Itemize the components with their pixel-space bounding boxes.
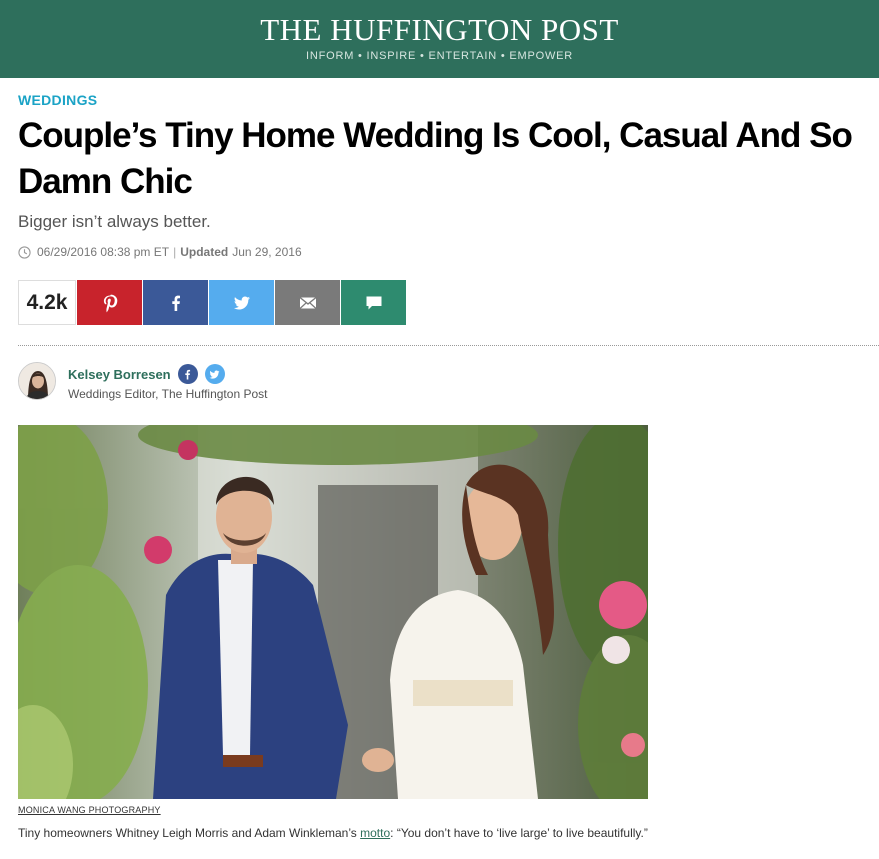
- published-timestamp: 06/29/2016 08:38 pm ET: [37, 245, 170, 259]
- caption-text-after: : “You don’t have to ‘live large’ to liv…: [390, 826, 648, 840]
- twitter-icon: [209, 370, 220, 379]
- author-line: Kelsey Borresen: [68, 364, 267, 384]
- article-subhead: Bigger isn’t always better.: [18, 212, 211, 231]
- comment-icon: [366, 296, 381, 309]
- share-count: 4.2k: [18, 280, 76, 325]
- wedding-couple-photo: [18, 425, 648, 799]
- author-name-link[interactable]: Kelsey Borresen: [68, 367, 171, 382]
- photo-credit[interactable]: MONICA WANG PHOTOGRAPHY: [18, 805, 161, 815]
- author-meta: Kelsey Borresen Weddings Editor, The Huf…: [68, 362, 267, 402]
- comment-button[interactable]: [341, 280, 406, 325]
- twitter-share-button[interactable]: [209, 280, 274, 325]
- pinterest-share-button[interactable]: [77, 280, 142, 325]
- caption-motto-link[interactable]: motto: [360, 826, 390, 840]
- article-headline: Couple’s Tiny Home Wedding Is Cool, Casu…: [18, 116, 853, 201]
- article-hero-image[interactable]: [18, 425, 648, 799]
- dateline-separator: |: [173, 245, 177, 259]
- pinterest-icon: [103, 294, 117, 312]
- updated-date: Jun 29, 2016: [232, 245, 302, 259]
- article-dateline: 06/29/2016 08:38 pm ET | Updated Jun 29,…: [18, 244, 302, 260]
- site-logo[interactable]: THE HUFFINGTON POST: [0, 12, 879, 48]
- twitter-icon: [233, 296, 250, 309]
- email-share-button[interactable]: [275, 280, 340, 325]
- masthead: THE HUFFINGTON POST INFORM • INSPIRE • E…: [0, 0, 879, 78]
- author-twitter-link[interactable]: [204, 364, 225, 384]
- caption-text-before: Tiny homeowners Whitney Leigh Morris and…: [18, 826, 361, 840]
- facebook-icon: [171, 295, 180, 311]
- author-title: Weddings Editor, The Huffington Post: [68, 387, 268, 401]
- site-tagline: INFORM • INSPIRE • ENTERTAIN • EMPOWER: [305, 50, 574, 62]
- facebook-icon: [185, 369, 191, 379]
- clock-icon: [18, 245, 31, 259]
- author-avatar[interactable]: [18, 362, 56, 400]
- author-byline: Kelsey Borresen Weddings Editor, The Huf…: [18, 362, 267, 402]
- photo-caption: Tiny homeowners Whitney Leigh Morris and…: [18, 825, 658, 841]
- author-facebook-link[interactable]: [177, 364, 198, 384]
- section-divider: [18, 345, 879, 346]
- facebook-share-button[interactable]: [143, 280, 208, 325]
- share-bar: 4.2k: [18, 280, 406, 325]
- section-link-weddings[interactable]: WEDDINGS: [18, 92, 97, 108]
- email-icon: [299, 296, 316, 309]
- updated-label: Updated: [180, 245, 229, 259]
